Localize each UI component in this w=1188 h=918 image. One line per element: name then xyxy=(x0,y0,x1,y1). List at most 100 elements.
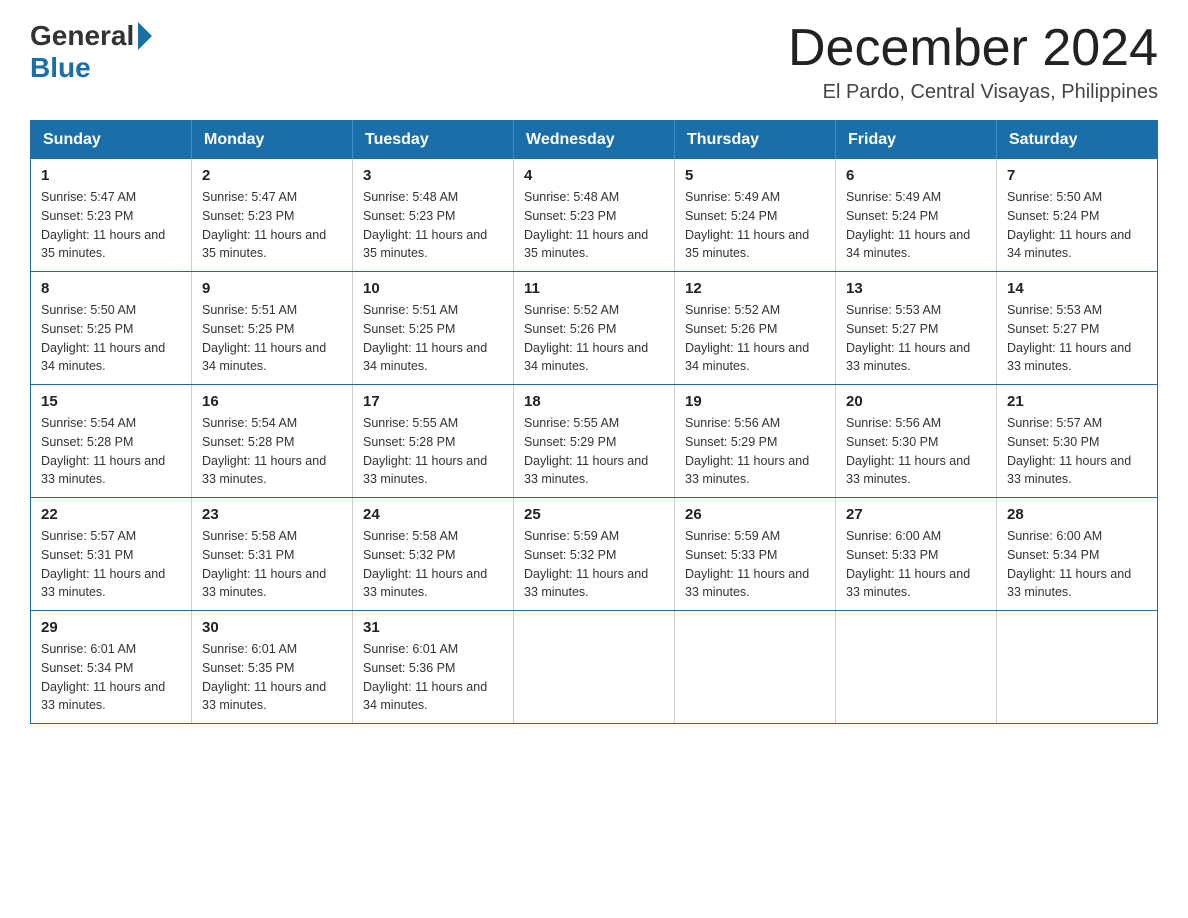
day-number: 18 xyxy=(524,393,664,410)
logo: General Blue xyxy=(30,20,152,84)
calendar-cell: 14 Sunrise: 5:53 AMSunset: 5:27 PMDaylig… xyxy=(997,272,1158,385)
day-number: 20 xyxy=(846,393,986,410)
col-header-monday: Monday xyxy=(192,121,353,160)
day-number: 15 xyxy=(41,393,181,410)
calendar-cell: 15 Sunrise: 5:54 AMSunset: 5:28 PMDaylig… xyxy=(31,385,192,498)
day-number: 12 xyxy=(685,280,825,297)
calendar-cell: 25 Sunrise: 5:59 AMSunset: 5:32 PMDaylig… xyxy=(514,498,675,611)
calendar-cell: 11 Sunrise: 5:52 AMSunset: 5:26 PMDaylig… xyxy=(514,272,675,385)
day-info: Sunrise: 6:00 AMSunset: 5:33 PMDaylight:… xyxy=(846,529,970,599)
day-info: Sunrise: 5:59 AMSunset: 5:32 PMDaylight:… xyxy=(524,529,648,599)
calendar-cell: 4 Sunrise: 5:48 AMSunset: 5:23 PMDayligh… xyxy=(514,159,675,272)
location-subtitle: El Pardo, Central Visayas, Philippines xyxy=(788,81,1158,104)
day-number: 27 xyxy=(846,506,986,523)
day-info: Sunrise: 5:49 AMSunset: 5:24 PMDaylight:… xyxy=(685,190,809,260)
day-info: Sunrise: 5:59 AMSunset: 5:33 PMDaylight:… xyxy=(685,529,809,599)
day-number: 2 xyxy=(202,167,342,184)
calendar-cell: 13 Sunrise: 5:53 AMSunset: 5:27 PMDaylig… xyxy=(836,272,997,385)
calendar-cell xyxy=(514,611,675,724)
calendar-cell: 29 Sunrise: 6:01 AMSunset: 5:34 PMDaylig… xyxy=(31,611,192,724)
day-number: 16 xyxy=(202,393,342,410)
col-header-friday: Friday xyxy=(836,121,997,160)
col-header-thursday: Thursday xyxy=(675,121,836,160)
day-info: Sunrise: 6:01 AMSunset: 5:36 PMDaylight:… xyxy=(363,642,487,712)
calendar-cell: 12 Sunrise: 5:52 AMSunset: 5:26 PMDaylig… xyxy=(675,272,836,385)
day-info: Sunrise: 6:01 AMSunset: 5:35 PMDaylight:… xyxy=(202,642,326,712)
day-number: 1 xyxy=(41,167,181,184)
day-info: Sunrise: 5:53 AMSunset: 5:27 PMDaylight:… xyxy=(846,303,970,373)
calendar-cell: 1 Sunrise: 5:47 AMSunset: 5:23 PMDayligh… xyxy=(31,159,192,272)
day-info: Sunrise: 5:54 AMSunset: 5:28 PMDaylight:… xyxy=(41,416,165,486)
day-number: 25 xyxy=(524,506,664,523)
calendar-cell: 31 Sunrise: 6:01 AMSunset: 5:36 PMDaylig… xyxy=(353,611,514,724)
calendar-cell: 7 Sunrise: 5:50 AMSunset: 5:24 PMDayligh… xyxy=(997,159,1158,272)
logo-general-text: General xyxy=(30,20,134,52)
title-block: December 2024 El Pardo, Central Visayas,… xyxy=(788,20,1158,104)
day-number: 11 xyxy=(524,280,664,297)
calendar-cell xyxy=(836,611,997,724)
calendar-cell: 5 Sunrise: 5:49 AMSunset: 5:24 PMDayligh… xyxy=(675,159,836,272)
day-info: Sunrise: 5:50 AMSunset: 5:25 PMDaylight:… xyxy=(41,303,165,373)
calendar-cell xyxy=(997,611,1158,724)
calendar-cell: 16 Sunrise: 5:54 AMSunset: 5:28 PMDaylig… xyxy=(192,385,353,498)
day-info: Sunrise: 5:55 AMSunset: 5:29 PMDaylight:… xyxy=(524,416,648,486)
day-info: Sunrise: 5:47 AMSunset: 5:23 PMDaylight:… xyxy=(41,190,165,260)
day-number: 23 xyxy=(202,506,342,523)
calendar-week-row: 8 Sunrise: 5:50 AMSunset: 5:25 PMDayligh… xyxy=(31,272,1158,385)
calendar-cell: 30 Sunrise: 6:01 AMSunset: 5:35 PMDaylig… xyxy=(192,611,353,724)
day-info: Sunrise: 5:49 AMSunset: 5:24 PMDaylight:… xyxy=(846,190,970,260)
calendar-cell: 23 Sunrise: 5:58 AMSunset: 5:31 PMDaylig… xyxy=(192,498,353,611)
calendar-cell: 24 Sunrise: 5:58 AMSunset: 5:32 PMDaylig… xyxy=(353,498,514,611)
col-header-saturday: Saturday xyxy=(997,121,1158,160)
day-number: 31 xyxy=(363,619,503,636)
col-header-wednesday: Wednesday xyxy=(514,121,675,160)
day-info: Sunrise: 5:48 AMSunset: 5:23 PMDaylight:… xyxy=(524,190,648,260)
day-number: 29 xyxy=(41,619,181,636)
day-number: 26 xyxy=(685,506,825,523)
day-info: Sunrise: 5:57 AMSunset: 5:30 PMDaylight:… xyxy=(1007,416,1131,486)
day-number: 19 xyxy=(685,393,825,410)
day-number: 17 xyxy=(363,393,503,410)
calendar-cell: 19 Sunrise: 5:56 AMSunset: 5:29 PMDaylig… xyxy=(675,385,836,498)
calendar-cell: 17 Sunrise: 5:55 AMSunset: 5:28 PMDaylig… xyxy=(353,385,514,498)
day-number: 8 xyxy=(41,280,181,297)
calendar-cell: 21 Sunrise: 5:57 AMSunset: 5:30 PMDaylig… xyxy=(997,385,1158,498)
calendar-cell: 20 Sunrise: 5:56 AMSunset: 5:30 PMDaylig… xyxy=(836,385,997,498)
day-info: Sunrise: 5:55 AMSunset: 5:28 PMDaylight:… xyxy=(363,416,487,486)
calendar-cell: 2 Sunrise: 5:47 AMSunset: 5:23 PMDayligh… xyxy=(192,159,353,272)
logo-blue-text: Blue xyxy=(30,52,91,83)
day-number: 28 xyxy=(1007,506,1147,523)
day-info: Sunrise: 5:53 AMSunset: 5:27 PMDaylight:… xyxy=(1007,303,1131,373)
day-number: 21 xyxy=(1007,393,1147,410)
page-header: General Blue December 2024 El Pardo, Cen… xyxy=(30,20,1158,104)
day-number: 7 xyxy=(1007,167,1147,184)
col-header-tuesday: Tuesday xyxy=(353,121,514,160)
day-info: Sunrise: 5:51 AMSunset: 5:25 PMDaylight:… xyxy=(202,303,326,373)
day-info: Sunrise: 5:58 AMSunset: 5:32 PMDaylight:… xyxy=(363,529,487,599)
calendar-cell: 8 Sunrise: 5:50 AMSunset: 5:25 PMDayligh… xyxy=(31,272,192,385)
calendar-cell: 22 Sunrise: 5:57 AMSunset: 5:31 PMDaylig… xyxy=(31,498,192,611)
day-info: Sunrise: 6:00 AMSunset: 5:34 PMDaylight:… xyxy=(1007,529,1131,599)
calendar-cell: 3 Sunrise: 5:48 AMSunset: 5:23 PMDayligh… xyxy=(353,159,514,272)
calendar-table: SundayMondayTuesdayWednesdayThursdayFrid… xyxy=(30,120,1158,724)
logo-arrow-icon xyxy=(138,22,152,50)
day-info: Sunrise: 6:01 AMSunset: 5:34 PMDaylight:… xyxy=(41,642,165,712)
day-number: 5 xyxy=(685,167,825,184)
day-info: Sunrise: 5:57 AMSunset: 5:31 PMDaylight:… xyxy=(41,529,165,599)
day-number: 22 xyxy=(41,506,181,523)
calendar-cell: 9 Sunrise: 5:51 AMSunset: 5:25 PMDayligh… xyxy=(192,272,353,385)
calendar-week-row: 15 Sunrise: 5:54 AMSunset: 5:28 PMDaylig… xyxy=(31,385,1158,498)
day-number: 6 xyxy=(846,167,986,184)
day-number: 13 xyxy=(846,280,986,297)
day-number: 14 xyxy=(1007,280,1147,297)
calendar-cell: 10 Sunrise: 5:51 AMSunset: 5:25 PMDaylig… xyxy=(353,272,514,385)
day-info: Sunrise: 5:56 AMSunset: 5:30 PMDaylight:… xyxy=(846,416,970,486)
calendar-cell: 27 Sunrise: 6:00 AMSunset: 5:33 PMDaylig… xyxy=(836,498,997,611)
calendar-week-row: 29 Sunrise: 6:01 AMSunset: 5:34 PMDaylig… xyxy=(31,611,1158,724)
calendar-week-row: 22 Sunrise: 5:57 AMSunset: 5:31 PMDaylig… xyxy=(31,498,1158,611)
month-year-title: December 2024 xyxy=(788,20,1158,77)
day-info: Sunrise: 5:52 AMSunset: 5:26 PMDaylight:… xyxy=(524,303,648,373)
day-number: 9 xyxy=(202,280,342,297)
day-number: 10 xyxy=(363,280,503,297)
day-number: 24 xyxy=(363,506,503,523)
